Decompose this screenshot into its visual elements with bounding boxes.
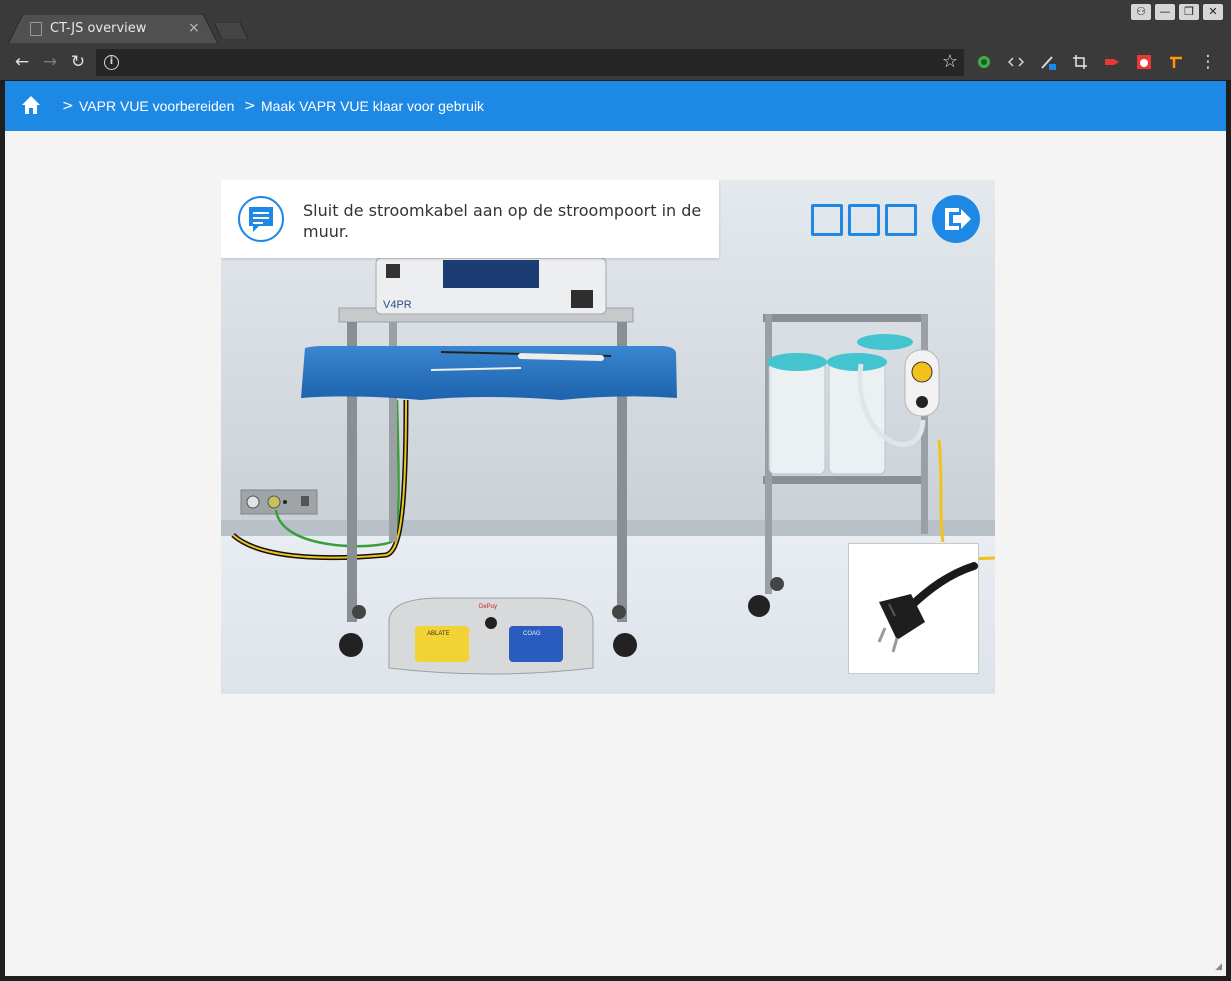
- browser-menu-icon[interactable]: ⋮: [1198, 52, 1218, 72]
- tab-title: CT-JS overview: [50, 21, 147, 36]
- page-viewport: > VAPR VUE voorbereiden > Maak VAPR VUE …: [5, 81, 1226, 976]
- new-tab-button[interactable]: [214, 22, 248, 40]
- step-indicator-3: [885, 204, 917, 236]
- device-label: V4PR: [383, 299, 412, 311]
- exit-button[interactable]: [931, 194, 981, 244]
- home-icon[interactable]: [21, 95, 41, 115]
- app-header: > VAPR VUE voorbereiden > Maak VAPR VUE …: [5, 81, 1226, 131]
- close-window-button[interactable]: ✕: [1203, 4, 1223, 20]
- ruler-extension-icon[interactable]: [1168, 54, 1184, 70]
- page-icon: [30, 22, 42, 36]
- window-controls: ⚇ — ❐ ✕: [1131, 4, 1223, 20]
- pedal-brand-label: DePuy: [479, 604, 497, 610]
- step-indicator-1: [811, 204, 843, 236]
- bug-extension-icon[interactable]: [1136, 54, 1152, 70]
- user-profile-icon[interactable]: ⚇: [1131, 4, 1151, 20]
- minimize-button[interactable]: —: [1155, 4, 1175, 20]
- code-view-icon[interactable]: [1008, 54, 1024, 70]
- screenshot-crop-icon[interactable]: [1072, 54, 1088, 70]
- browser-window: CT-JS overview × ⚇ — ❐ ✕ ← → ↻ i ☆ ⋮ > V…: [0, 0, 1231, 981]
- message-icon: [238, 196, 284, 242]
- maximize-button[interactable]: ❐: [1179, 4, 1199, 20]
- back-arrow-icon[interactable]: ←: [12, 52, 32, 72]
- record-extension-icon[interactable]: [1104, 54, 1120, 70]
- step-indicator-2: [848, 204, 880, 236]
- forward-arrow-icon[interactable]: →: [40, 52, 60, 72]
- breadcrumb-item-ready[interactable]: Maak VAPR VUE klaar voor gebruik: [261, 98, 484, 114]
- reload-icon[interactable]: ↻: [68, 52, 88, 72]
- lesson-scene: V4PR ABLATE COAG DePuy Sluit de stroomka…: [221, 180, 995, 694]
- coag-pedal-label: COAG: [523, 631, 541, 637]
- power-plug-icon: [877, 562, 978, 653]
- instruction-card: Sluit de stroomkabel aan op de stroompoo…: [221, 180, 719, 258]
- ablate-pedal-label: ABLATE: [427, 631, 450, 637]
- breadcrumb-item-prepare[interactable]: VAPR VUE voorbereiden: [79, 98, 234, 114]
- tab-strip: CT-JS overview × ⚇ — ❐ ✕: [0, 0, 1231, 44]
- browser-toolbar: ← → ↻ i ☆ ⋮: [0, 44, 1231, 80]
- address-bar[interactable]: i ☆: [96, 49, 964, 76]
- chevron-right-icon: >: [62, 98, 74, 114]
- resize-grip-icon[interactable]: ◢: [1215, 962, 1222, 972]
- bookmark-star-icon[interactable]: ☆: [942, 51, 958, 72]
- site-info-icon[interactable]: i: [104, 55, 119, 70]
- tab-close-icon[interactable]: ×: [188, 20, 200, 36]
- chevron-right-icon: >: [244, 98, 256, 114]
- color-picker-icon[interactable]: [1040, 54, 1056, 70]
- instruction-text: Sluit de stroomkabel aan op de stroompoo…: [303, 201, 702, 241]
- plug-hint-image: [848, 543, 979, 674]
- extension-green-icon[interactable]: [976, 54, 992, 70]
